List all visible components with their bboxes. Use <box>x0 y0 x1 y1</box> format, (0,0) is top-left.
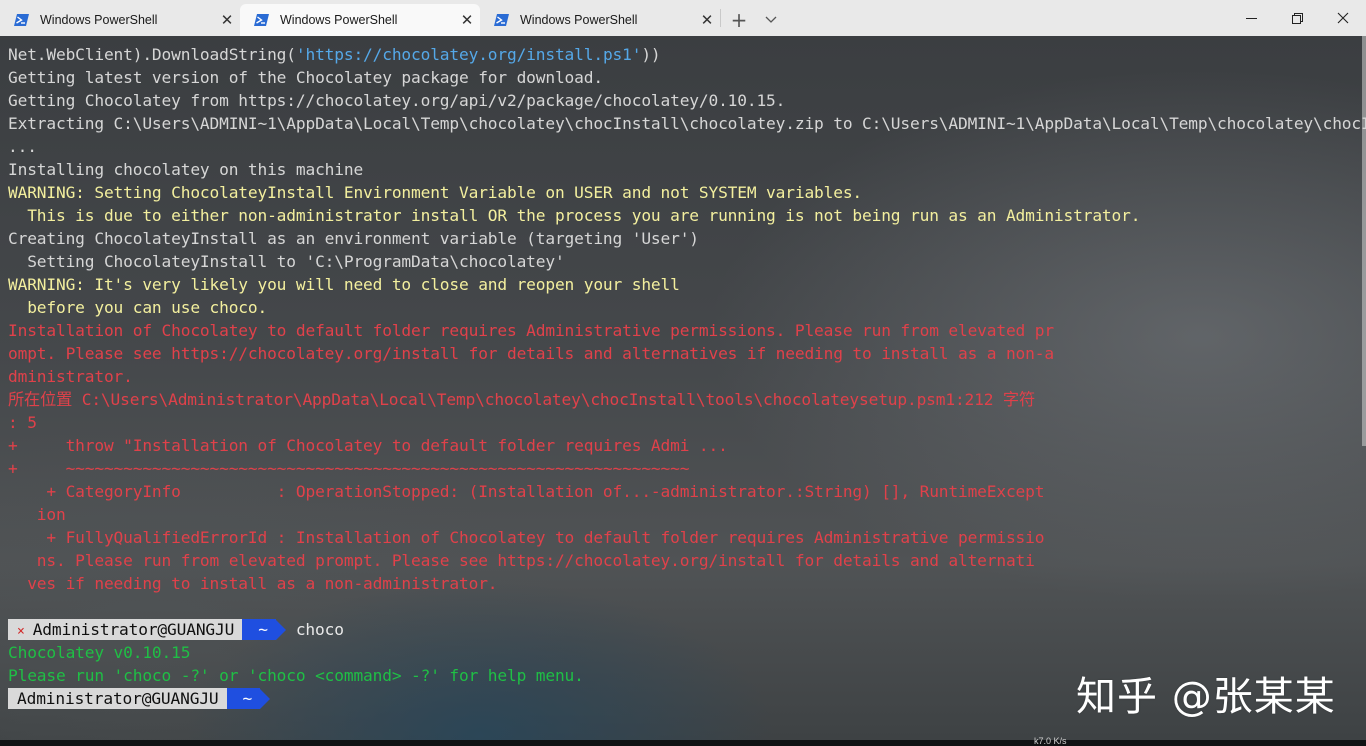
close-tab-icon[interactable]: ✕ <box>454 11 480 29</box>
tab-bar: Windows PowerShell ✕ Windows PowerShell … <box>0 0 1366 36</box>
error-line: + FullyQualifiedErrorId : Installation o… <box>8 528 1045 547</box>
error-line: + CategoryInfo : OperationStopped: (Inst… <box>8 482 1045 501</box>
terminal-line: Creating ChocolateyInstall as an environ… <box>8 229 699 248</box>
error-line: : 5 <box>8 413 37 432</box>
close-icon <box>1337 12 1349 24</box>
prompt-user-segment: Administrator@GUANGJU <box>8 688 227 709</box>
error-line: 所在位置 C:\Users\Administrator\AppData\Loca… <box>8 390 1036 409</box>
terminal-line: ... <box>8 137 37 156</box>
terminal-line: Installing chocolatey on this machine <box>8 160 364 179</box>
restore-button[interactable] <box>1274 0 1320 36</box>
powerline-separator <box>275 619 286 640</box>
terminal-line: Getting Chocolatey from https://chocolat… <box>8 91 786 110</box>
error-line: Installation of Chocolatey to default fo… <box>8 321 1054 340</box>
tab-powershell-3[interactable]: Windows PowerShell ✕ <box>480 4 720 36</box>
tab-powershell-2[interactable]: Windows PowerShell ✕ <box>240 4 480 36</box>
scrollbar[interactable] <box>1362 36 1366 446</box>
error-line: + throw "Installation of Chocolatey to d… <box>8 436 728 455</box>
terminal-window: Windows PowerShell ✕ Windows PowerShell … <box>0 0 1366 746</box>
tab-powershell-1[interactable]: Windows PowerShell ✕ <box>0 4 240 36</box>
error-line: ion <box>8 505 66 524</box>
watermark: 知乎 @张某某 <box>1076 674 1336 720</box>
prompt-path-segment: ~ <box>226 688 261 709</box>
error-line: ompt. Please see https://chocolatey.org/… <box>8 344 1054 363</box>
taskbar <box>0 740 1366 746</box>
command-text: choco <box>295 620 344 639</box>
network-speed: k7.0 K/s <box>1034 736 1067 746</box>
tab-label: Windows PowerShell <box>40 13 158 27</box>
minimize-button[interactable] <box>1228 0 1274 36</box>
terminal-line: Setting ChocolateyInstall to 'C:\Program… <box>8 252 565 271</box>
prompt-path-segment: ~ <box>242 619 276 640</box>
warning-line: WARNING: Setting ChocolateyInstall Envir… <box>8 183 863 202</box>
error-line: dministrator. <box>8 367 133 386</box>
tab-label: Windows PowerShell <box>520 13 638 27</box>
powershell-icon <box>254 14 269 26</box>
error-status-icon: × <box>17 624 25 639</box>
new-tab-button[interactable]: + <box>721 4 757 36</box>
output-line: Chocolatey v0.10.15 <box>8 643 191 662</box>
tab-dropdown-button[interactable] <box>757 4 785 36</box>
close-window-button[interactable] <box>1320 0 1366 36</box>
warning-line: This is due to either non-administrator … <box>8 206 1141 225</box>
minimize-icon <box>1245 17 1257 19</box>
error-line: ns. Please run from elevated prompt. Ple… <box>8 551 1035 570</box>
error-line: + ~~~~~~~~~~~~~~~~~~~~~~~~~~~~~~~~~~~~~~… <box>8 459 690 478</box>
powerline-separator <box>260 688 271 709</box>
tab-label: Windows PowerShell <box>280 13 398 27</box>
warning-line: before you can use choco. <box>8 298 268 317</box>
chevron-down-icon <box>765 16 777 23</box>
close-tab-icon[interactable]: ✕ <box>694 11 720 29</box>
powershell-icon <box>14 14 29 26</box>
error-line: ves if needing to install as a non-admin… <box>8 574 498 593</box>
terminal-line: Getting latest version of the Chocolatey… <box>8 68 603 87</box>
terminal-line: Net.WebClient).DownloadString('https://c… <box>8 45 661 64</box>
terminal-line: Extracting C:\Users\ADMINI~1\AppData\Loc… <box>8 114 1366 133</box>
terminal-output[interactable]: Net.WebClient).DownloadString('https://c… <box>0 36 1366 740</box>
prompt-line: × Administrator@GUANGJU ~ choco <box>8 618 1358 641</box>
close-tab-icon[interactable]: ✕ <box>214 11 240 29</box>
warning-line: WARNING: It's very likely you will need … <box>8 275 680 294</box>
powershell-icon <box>494 14 509 26</box>
prompt-user-segment: × Administrator@GUANGJU <box>8 619 243 640</box>
restore-icon <box>1291 12 1303 24</box>
